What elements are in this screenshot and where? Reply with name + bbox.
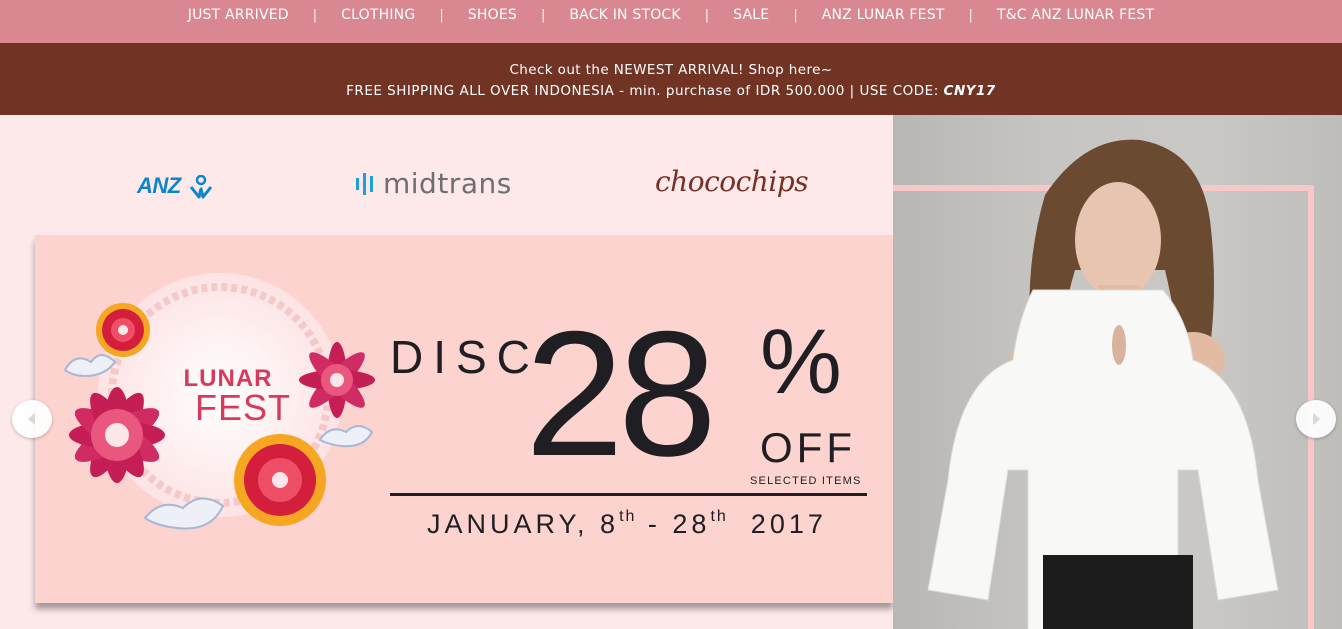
anz-logo-text: ANZ: [137, 173, 181, 198]
promo-bar: Check out the NEWEST ARRIVAL! Shop here~…: [0, 43, 1342, 115]
sponsor-logos: ANZ midtrans chocochips: [0, 163, 893, 223]
slider-next-button[interactable]: [1296, 400, 1336, 438]
selected-items-text: SELECTED ITEMS: [750, 475, 862, 487]
lunar-fest-banner: LUNAR FEST DISC 28 % OFF SELECTED ITEMS …: [35, 235, 893, 603]
nav-separator: |: [439, 7, 444, 23]
slider-prev-button[interactable]: [12, 400, 52, 438]
date-sup-2: th: [710, 508, 728, 525]
flower-top: [96, 303, 150, 357]
date-mid: - 28: [636, 509, 711, 539]
model-photo: [893, 115, 1342, 629]
nav-clothing[interactable]: CLOTHING: [317, 0, 439, 30]
nav-anz-lunar-fest[interactable]: ANZ LUNAR FEST: [798, 0, 969, 30]
flower-bottom: [234, 434, 326, 526]
midtrans-logo: midtrans: [356, 167, 512, 200]
date-month: JANUARY, 8: [427, 509, 620, 539]
free-shipping-message: FREE SHIPPING ALL OVER INDONESIA - min. …: [346, 83, 944, 99]
newest-arrival-link[interactable]: Check out the NEWEST ARRIVAL! Shop here~: [509, 62, 832, 78]
date-year: 2017: [727, 509, 827, 539]
chevron-right-icon: [1313, 413, 1320, 425]
nav-just-arrived[interactable]: JUST ARRIVED: [164, 0, 313, 30]
disc-word: DISC: [390, 331, 540, 383]
nav-separator: |: [704, 7, 710, 23]
off-word: OFF: [760, 424, 856, 471]
midtrans-bars-icon: [356, 172, 373, 195]
top-navigation: JUST ARRIVED | CLOTHING | SHOES | BACK IN S…: [0, 0, 1342, 43]
promo-date: JANUARY, 8th - 28th 2017: [427, 508, 827, 540]
nav-separator: |: [968, 7, 973, 23]
flower-right: [299, 342, 375, 418]
free-shipping-text: FREE SHIPPING ALL OVER INDONESIA - min. …: [0, 80, 1342, 102]
nav-separator: |: [312, 7, 318, 23]
chevron-left-icon: [28, 413, 35, 425]
nav-sale[interactable]: SALE: [709, 0, 793, 30]
nav-tc-anz-lunar-fest[interactable]: T&C ANZ LUNAR FEST: [973, 0, 1178, 30]
discount-number: 28: [525, 294, 717, 493]
divider: [390, 493, 867, 496]
nav-back-in-stock[interactable]: BACK IN STOCK: [545, 0, 704, 30]
anz-logo: ANZ: [137, 173, 214, 199]
lunar-fest-title: LUNAR FEST: [165, 365, 291, 429]
nav-separator: |: [793, 7, 798, 23]
hero-banner-area[interactable]: ANZ midtrans chocochips LUNAR FEST DISC …: [0, 115, 893, 629]
midtrans-logo-text: midtrans: [383, 167, 512, 200]
hero-slider: ANZ midtrans chocochips LUNAR FEST DISC …: [0, 115, 1342, 629]
discount-block: DISC 28 % OFF SELECTED ITEMS JANUARY, 8t…: [390, 305, 870, 539]
percent-sign: %: [760, 311, 842, 413]
chocochips-logo: chocochips: [655, 165, 809, 198]
nav-shoes[interactable]: SHOES: [444, 0, 541, 30]
model-illustration: [927, 139, 1279, 629]
nav-separator: |: [540, 7, 546, 23]
promo-code: CNY17: [943, 83, 996, 99]
anz-people-icon: [190, 174, 213, 199]
fest-text: FEST: [195, 387, 292, 428]
date-sup-1: th: [619, 508, 637, 525]
